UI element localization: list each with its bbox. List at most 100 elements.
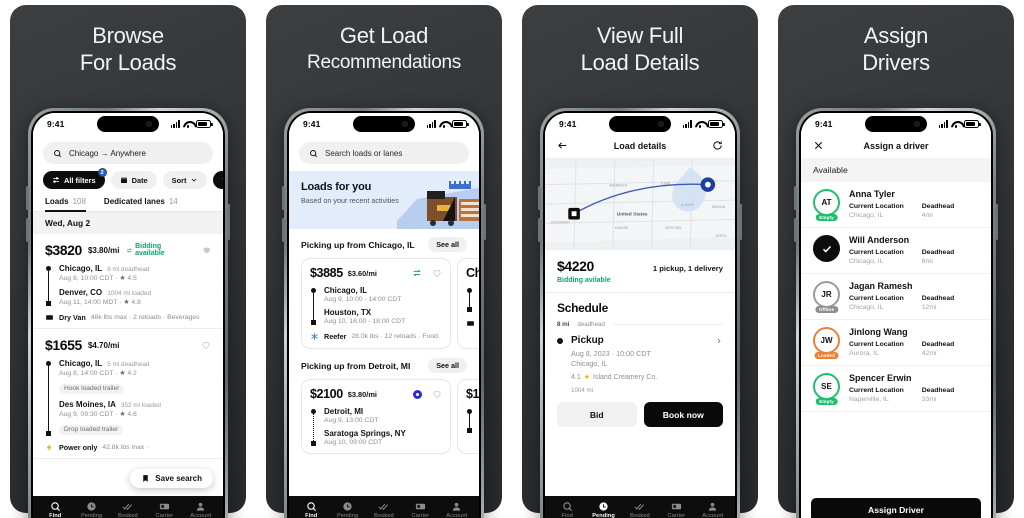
- back-arrow-icon[interactable]: [557, 140, 568, 151]
- power-button[interactable]: [739, 204, 742, 240]
- tab-loads[interactable]: Loads 108: [45, 197, 86, 212]
- tab-find[interactable]: Find: [294, 501, 328, 518]
- volume-up-button[interactable]: [538, 186, 541, 210]
- phone-screen: 9:41 Search loads or lanes Loads for you…: [289, 113, 479, 518]
- tab-carrier[interactable]: Carrier: [147, 501, 181, 518]
- chip-equipment[interactable]: Van, Pow: [213, 171, 223, 189]
- volume-up-button[interactable]: [794, 186, 797, 210]
- avatar-initials: SE: [813, 373, 840, 400]
- pickup-city: Chicago, IL: [571, 359, 608, 368]
- equipment-meta: 48k lbs max · 2 reloads · Beverages: [90, 314, 200, 321]
- volume-down-button[interactable]: [26, 218, 29, 242]
- driver-row[interactable]: JW Loaded Jinlong Wang Current Location …: [801, 320, 991, 366]
- tab-pending[interactable]: Pending: [331, 501, 365, 518]
- loaded-miles: 1004 mi: [571, 387, 594, 394]
- bottom-tab-bar: Find Pending Booked Carrier Account: [33, 496, 223, 518]
- recommendation-card[interactable]: $3885 $3.60/mi Chicago, IL Aug 9, 10:00 …: [301, 258, 451, 349]
- tab-booked[interactable]: Booked: [367, 501, 401, 518]
- tab-pending[interactable]: Pending: [75, 501, 109, 518]
- svg-text:IOWA: IOWA: [661, 182, 670, 186]
- load-card[interactable]: $1655 $4.70/mi Chicago, IL 5 mi deadhead…: [33, 329, 223, 459]
- load-equipment-row: D: [466, 319, 479, 328]
- driver-row[interactable]: SE Empty Spencer Erwin Current Location …: [801, 366, 991, 412]
- calendar-icon: [120, 177, 127, 183]
- tab-account[interactable]: Account: [440, 501, 474, 518]
- power-button[interactable]: [483, 204, 486, 240]
- volume-down-button[interactable]: [794, 218, 797, 242]
- load-rate-per-mile: $3.80/mi: [87, 245, 120, 255]
- phone-screen: 9:41 Load details United States COLORADO…: [545, 113, 735, 518]
- driver-row[interactable]: AT Empty Anna Tyler Current Location Chi…: [801, 182, 991, 228]
- volume-up-button[interactable]: [26, 186, 29, 210]
- tab-find[interactable]: Find: [38, 501, 72, 518]
- deadhead-label: Deadhead: [921, 295, 955, 302]
- cellular-signal-icon: [426, 120, 436, 128]
- chip-all-filters[interactable]: All filters 2: [43, 168, 107, 189]
- volume-down-button[interactable]: [538, 218, 541, 242]
- app-content: Chicago → Anywhere All filters 2 Date So…: [33, 135, 223, 496]
- avatar: JW Loaded: [813, 327, 840, 359]
- power-button[interactable]: [995, 204, 998, 240]
- tab-booked[interactable]: Booked: [623, 501, 657, 518]
- pickup-stop[interactable]: Pickup Aug 8, 2023 · 10:00 CDT Chicago, …: [545, 328, 735, 381]
- recommendation-card-peek[interactable]: $12: [457, 379, 479, 454]
- panel-view-full-load-details: View Full Load Details 9:41 Load details…: [512, 0, 768, 518]
- search-input[interactable]: Search loads or lanes: [299, 142, 469, 164]
- bid-button[interactable]: Bid: [557, 402, 637, 427]
- see-all-button[interactable]: See all: [428, 237, 467, 252]
- volume-up-button[interactable]: [282, 186, 285, 210]
- tab-carrier[interactable]: Carrier: [659, 501, 693, 518]
- see-all-button[interactable]: See all: [428, 358, 467, 373]
- refresh-icon[interactable]: [712, 140, 723, 151]
- recommendation-card-peek[interactable]: Chi: [457, 258, 479, 349]
- favorite-heart-icon[interactable]: [432, 389, 442, 399]
- chip-date[interactable]: Date: [110, 171, 157, 189]
- load-card[interactable]: $3820 $3.80/mi Bidding available Chicago…: [33, 234, 223, 329]
- route-rail: [45, 264, 52, 306]
- origin-city-label: Chicago, IL: [59, 264, 102, 273]
- load-price: $4220: [557, 258, 594, 274]
- origin-time-row: Aug 8, 10:00 CDT · ★ 4.5: [59, 275, 137, 282]
- favorite-heart-icon[interactable]: [202, 245, 211, 255]
- tab-label: Carrier: [155, 513, 174, 518]
- tab-carrier[interactable]: Carrier: [403, 501, 437, 518]
- loads-for-you-banner[interactable]: Loads for you Based on your recent activ…: [289, 171, 479, 229]
- driver-name: Anna Tyler: [849, 189, 895, 199]
- tab-find[interactable]: Find: [550, 501, 584, 518]
- favorite-heart-icon[interactable]: [201, 340, 211, 350]
- search-input[interactable]: Chicago → Anywhere: [43, 142, 213, 164]
- destination-time: Aug 9, 09:30 CDT: [59, 411, 114, 418]
- headline-line-2: Recommendations: [307, 52, 461, 73]
- load-price: $3820: [45, 242, 82, 258]
- driver-row[interactable]: Will Anderson Current Location Chicago, …: [801, 228, 991, 274]
- tab-account[interactable]: Account: [696, 501, 730, 518]
- chip-sort[interactable]: Sort: [162, 171, 208, 189]
- favorite-heart-icon[interactable]: [432, 268, 442, 278]
- route-map[interactable]: United States COLORADO KANSAS MISSOURI I…: [545, 158, 735, 250]
- equipment-type: Power only: [59, 443, 98, 452]
- power-only-bolt-icon: [46, 443, 52, 452]
- origin-deadhead: 8 mi deadhead: [107, 266, 150, 273]
- assign-driver-button[interactable]: Assign Driver: [811, 498, 981, 518]
- selected-radio-icon[interactable]: [413, 389, 422, 399]
- panel-headline: Assign Drivers: [862, 22, 930, 76]
- recommendation-card[interactable]: $2100 $3.80/mi Detroit, MI Aug 9, 13:00 …: [301, 379, 451, 454]
- dynamic-island: [865, 116, 927, 132]
- volume-down-button[interactable]: [282, 218, 285, 242]
- close-icon[interactable]: [813, 140, 824, 151]
- double-check-icon: [379, 503, 389, 510]
- chevron-right-icon[interactable]: [715, 337, 723, 345]
- driver-deadhead-col: Deadhead 42mi: [922, 341, 954, 357]
- power-button[interactable]: [227, 204, 230, 240]
- save-search-button[interactable]: Save search: [130, 469, 213, 488]
- tab-booked[interactable]: Booked: [111, 501, 145, 518]
- tab-account[interactable]: Account: [184, 501, 218, 518]
- tab-dedicated-lanes[interactable]: Dedicated lanes 14: [104, 197, 178, 211]
- tab-pending[interactable]: Pending: [587, 501, 621, 518]
- book-now-button[interactable]: Book now: [643, 402, 723, 427]
- nav-bar: Assign a driver: [801, 135, 991, 158]
- driver-row[interactable]: JR Offline Jagan Ramesh Current Location…: [801, 274, 991, 320]
- pickup-title: Pickup: [571, 335, 604, 346]
- dry-van-icon: [467, 321, 474, 326]
- load-rate-per-mile: $3.80/mi: [347, 389, 377, 399]
